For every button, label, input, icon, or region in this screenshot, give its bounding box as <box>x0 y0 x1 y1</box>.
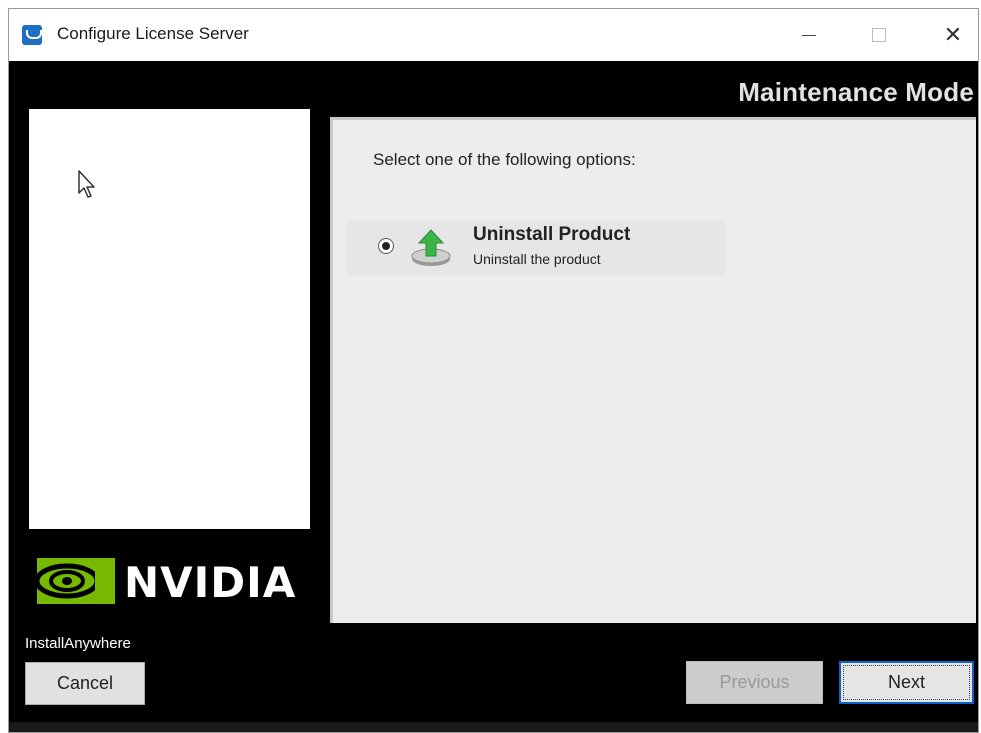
installer-window: Configure License Server ✕ Maintenance M… <box>8 8 979 733</box>
next-button[interactable]: Next <box>839 661 974 704</box>
uninstall-radio-button[interactable] <box>378 238 394 254</box>
options-prompt: Select one of the following options: <box>373 150 636 169</box>
option-title: Uninstall Product <box>473 224 631 245</box>
minimize-icon <box>802 34 816 36</box>
side-image-panel <box>29 109 310 529</box>
options-panel: Select one of the following options: Uni… <box>330 117 976 623</box>
cancel-button[interactable]: Cancel <box>25 662 145 705</box>
maximize-button[interactable] <box>856 9 902 61</box>
uninstall-arrow-icon <box>411 229 451 266</box>
close-button[interactable]: ✕ <box>930 9 976 61</box>
close-icon: ✕ <box>943 22 963 47</box>
installer-label: InstallAnywhere <box>25 635 131 652</box>
mouse-cursor-icon <box>78 170 95 198</box>
window-title: Configure License Server <box>57 24 249 43</box>
option-description: Uninstall the product <box>473 251 601 267</box>
previous-button[interactable]: Previous <box>686 661 823 704</box>
bottom-border <box>9 722 978 732</box>
page-title: Maintenance Mode <box>738 77 974 107</box>
option-uninstall-product[interactable]: Uninstall Product Uninstall the product <box>346 220 726 276</box>
title-bar[interactable]: Configure License Server ✕ <box>9 9 978 61</box>
app-icon <box>22 25 42 45</box>
nvidia-logo-text: NVIDIA <box>124 558 297 607</box>
minimize-button[interactable] <box>786 9 832 61</box>
maximize-icon <box>872 28 886 42</box>
